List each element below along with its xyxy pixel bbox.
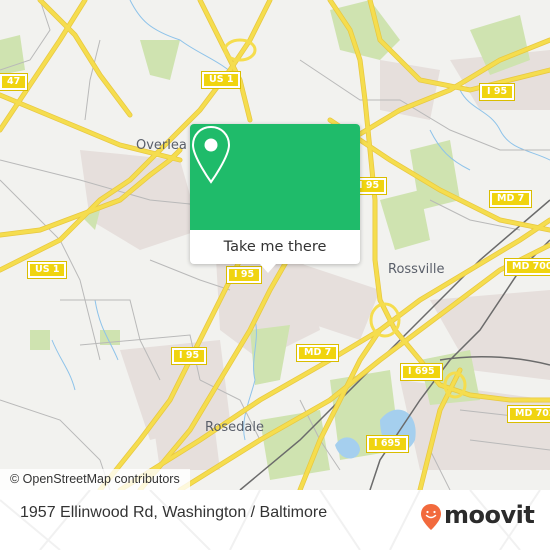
place-label-rosedale: Rosedale	[205, 420, 265, 435]
road-shield-md7: MD 7	[488, 190, 533, 208]
popup-pointer	[260, 264, 276, 273]
road-shield-i95: I 95	[478, 83, 516, 101]
road-shield-47: 47	[0, 73, 29, 91]
address-text: 1957 Ellinwood Rd, Washington / Baltimor…	[20, 504, 328, 521]
place-label-rossville: Rossville	[388, 262, 445, 277]
road-shield-md7: MD 7	[295, 344, 340, 362]
road-shield-i95: I 95	[170, 347, 208, 365]
moovit-pin-icon	[421, 504, 441, 530]
road-shield-md702: MD 702	[506, 405, 550, 423]
moovit-logo-text: moovit	[444, 501, 535, 529]
road-shield-us1: US 1	[26, 261, 68, 279]
road-shield-i695: I 695	[400, 363, 443, 381]
map-pin-icon	[191, 125, 231, 184]
road-shield-us1: US 1	[200, 71, 242, 89]
place-label-overlea: Overlea	[136, 138, 187, 153]
map-attribution[interactable]: © OpenStreetMap contributors	[0, 469, 190, 490]
popup-header	[190, 124, 360, 230]
road-shield-md700: MD 700	[503, 258, 550, 276]
footer: 1957 Ellinwood Rd, Washington / Baltimor…	[0, 490, 550, 550]
road-shield-i95: I 95	[225, 266, 263, 284]
map-canvas[interactable]: Overlea Rossville Rosedale US 1 I 95 47 …	[0, 0, 550, 490]
location-popup: Take me there	[190, 124, 360, 273]
road-shield-i695: I 695	[366, 435, 409, 453]
take-me-there-button[interactable]: Take me there	[190, 230, 360, 264]
